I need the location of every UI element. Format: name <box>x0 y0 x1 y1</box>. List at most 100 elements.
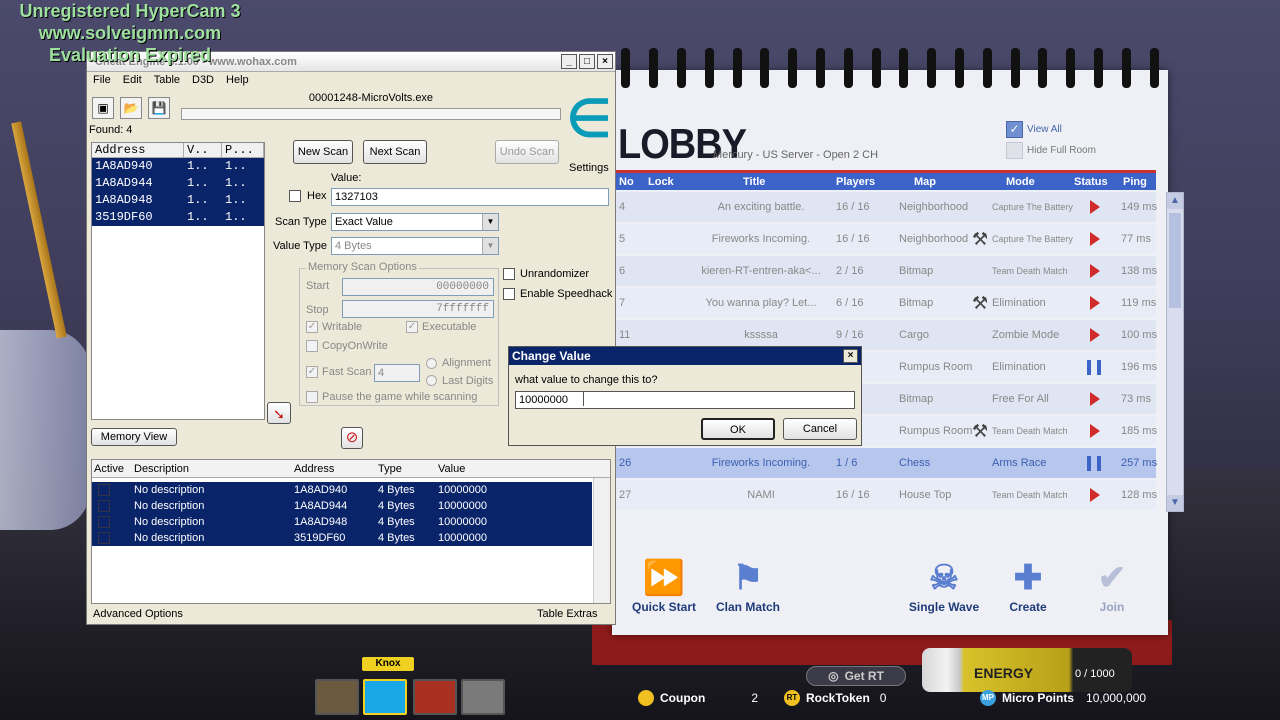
stop-sign-icon[interactable]: ⊘ <box>341 427 363 449</box>
room-ping: 77 ms <box>1121 233 1151 245</box>
last-digits-radio[interactable] <box>426 375 437 386</box>
menu-help[interactable]: Help <box>226 74 249 86</box>
chevron-down-icon: ▼ <box>482 214 498 230</box>
quick-start-button[interactable]: ⏩ Quick Start <box>624 556 704 614</box>
unrandomizer-label: Unrandomizer <box>520 268 590 280</box>
address-list-header: Address V.. P... <box>92 143 264 158</box>
start-address-input[interactable]: 00000000 <box>342 278 494 296</box>
menu-bar: File Edit Table D3D Help <box>93 74 249 86</box>
cheat-table-row[interactable]: No description 1A8AD948 4 Bytes 10000000 <box>92 514 592 530</box>
scan-type-select[interactable]: Exact Value ▼ <box>331 213 499 231</box>
room-row[interactable]: 5 Fireworks Incoming. 16 / 16 Neighborhood C… <box>616 224 1156 254</box>
hex-checkbox[interactable] <box>289 190 301 202</box>
scroll-thumb[interactable] <box>1169 213 1181 308</box>
menu-edit[interactable]: Edit <box>123 74 142 86</box>
pause-game-checkbox[interactable] <box>306 391 318 403</box>
settings-label[interactable]: Settings <box>569 162 609 174</box>
room-ping: 128 ms <box>1121 489 1158 501</box>
fast-scan-checkbox[interactable]: ✓ <box>306 366 318 378</box>
join-button[interactable]: ✔ Join <box>1072 556 1152 614</box>
scroll-down-icon[interactable]: ▼ <box>1167 495 1183 511</box>
room-map: Chess <box>899 457 931 469</box>
cheat-table-row[interactable]: No description 1A8AD944 4 Bytes 10000000 <box>92 498 592 514</box>
character-avatar[interactable] <box>461 679 505 715</box>
menu-d3d[interactable]: D3D <box>192 74 214 86</box>
undo-scan-button[interactable]: Undo Scan <box>495 140 559 164</box>
table-extras-link[interactable]: Table Extras <box>537 608 598 620</box>
writable-checkbox[interactable]: ✓ <box>306 321 318 333</box>
play-icon <box>1090 328 1100 342</box>
minimize-icon[interactable]: _ <box>561 54 577 69</box>
cheat-table[interactable]: Active Description Address Type Value No… <box>91 459 611 604</box>
room-row[interactable]: 27 NAMI 16 / 16 House Top Team Death Match 12… <box>616 480 1158 510</box>
hide-full-room-checkbox[interactable]: Hide Full Room <box>1006 142 1096 159</box>
close-icon[interactable]: × <box>843 349 858 363</box>
room-title: kieren-RT-entren-aka<... <box>701 265 821 277</box>
unrandomizer-checkbox[interactable] <box>503 268 515 280</box>
room-row[interactable]: 6 kieren-RT-entren-aka<... 2 / 16 Bitmap Tea… <box>616 256 1157 286</box>
found-address-list[interactable]: Address V.. P... 1A8AD940 1.. 1.. 1A8AD944 1… <box>91 142 265 420</box>
close-icon[interactable]: × <box>597 54 613 69</box>
dialog-title[interactable]: Change Value <box>509 347 861 365</box>
active-checkbox[interactable] <box>98 516 110 528</box>
room-row[interactable]: 7 You wanna play? Let... 6 / 16 Bitmap Elimi… <box>616 288 1156 318</box>
cheat-table-scrollbar[interactable] <box>593 478 610 603</box>
cheat-table-row[interactable]: No description 1A8AD940 4 Bytes 10000000 <box>92 482 592 498</box>
stop-address-input[interactable]: 7fffffff <box>342 300 494 318</box>
room-row[interactable]: 4 An exciting battle. 16 / 16 Neighborhood C… <box>616 192 1158 222</box>
next-scan-button[interactable]: Next Scan <box>363 140 427 164</box>
value-type-select[interactable]: 4 Bytes ▼ <box>331 237 499 255</box>
room-ping: 149 ms <box>1121 201 1158 213</box>
active-checkbox[interactable] <box>98 500 110 512</box>
cheat-engine-logo-icon[interactable]: ∈ <box>563 92 615 146</box>
add-address-arrow-icon[interactable]: ➘ <box>267 402 291 424</box>
cheat-engine-window: Cheat Engine 6.1.00 - www.wohax.com _ □ … <box>86 51 616 625</box>
cancel-button[interactable]: Cancel <box>783 418 857 440</box>
select-process-icon[interactable]: ▣ <box>92 97 114 119</box>
menu-file[interactable]: File <box>93 74 111 86</box>
menu-table[interactable]: Table <box>154 74 180 86</box>
character-avatar[interactable] <box>315 679 359 715</box>
coupon-icon <box>638 690 654 706</box>
fast-scan-input[interactable]: 4 <box>374 364 420 382</box>
executable-checkbox[interactable]: ✓ <box>406 321 418 333</box>
advanced-options-link[interactable]: Advanced Options <box>93 608 183 620</box>
hex-label: Hex <box>307 190 327 202</box>
value-label: Value: <box>331 172 362 184</box>
get-rt-button[interactable]: ◎ Get RT <box>806 666 906 686</box>
new-value-input[interactable]: 10000000 <box>515 391 855 409</box>
value-input[interactable]: 1327103 <box>331 188 609 206</box>
address-row[interactable]: 1A8AD944 1.. 1.. <box>92 175 264 192</box>
copy-on-write-checkbox[interactable] <box>306 340 318 352</box>
address-row[interactable]: 1A8AD948 1.. 1.. <box>92 192 264 209</box>
room-tool-icon: ⚒ <box>972 229 989 249</box>
speedhack-checkbox[interactable] <box>503 288 515 300</box>
selected-character-label: Knox <box>362 657 414 671</box>
character-avatar[interactable] <box>413 679 457 715</box>
character-avatar-selected[interactable] <box>363 679 407 715</box>
active-checkbox[interactable] <box>98 484 110 496</box>
new-scan-button[interactable]: New Scan <box>293 140 353 164</box>
scroll-up-icon[interactable]: ▲ <box>1167 193 1183 209</box>
cheat-table-row[interactable]: No description 3519DF60 4 Bytes 10000000 <box>92 530 592 546</box>
address-row[interactable]: 1A8AD940 1.. 1.. <box>92 158 264 175</box>
memory-scan-options-group: Memory Scan Options Start 00000000 Stop … <box>299 261 499 406</box>
room-ping: 119 ms <box>1121 297 1157 309</box>
rt-icon: ◎ <box>828 669 839 683</box>
single-wave-button[interactable]: ☠ Single Wave <box>904 556 984 614</box>
address-row[interactable]: 3519DF60 1.. 1.. <box>92 209 264 226</box>
energy-value: 0 / 1000 <box>1075 668 1115 680</box>
save-icon[interactable]: 💾 <box>148 97 170 119</box>
active-checkbox[interactable] <box>98 532 110 544</box>
room-row[interactable]: 26 Fireworks Incoming. 1 / 6 Chess Arms Race… <box>616 448 1157 478</box>
room-list-scrollbar[interactable]: ▲ ▼ <box>1166 192 1184 512</box>
alignment-radio[interactable] <box>426 358 437 369</box>
ok-button[interactable]: OK <box>701 418 775 440</box>
open-folder-icon[interactable]: 📂 <box>120 97 142 119</box>
memory-view-button[interactable]: Memory View <box>91 428 177 446</box>
maximize-icon[interactable]: □ <box>579 54 595 69</box>
view-all-checkbox[interactable]: ✓ View All <box>1006 121 1062 138</box>
clan-match-button[interactable]: ⚑ Clan Match <box>708 556 788 614</box>
create-button[interactable]: ✚ Create <box>988 556 1068 614</box>
energy-label: ENERGY <box>974 665 1034 681</box>
